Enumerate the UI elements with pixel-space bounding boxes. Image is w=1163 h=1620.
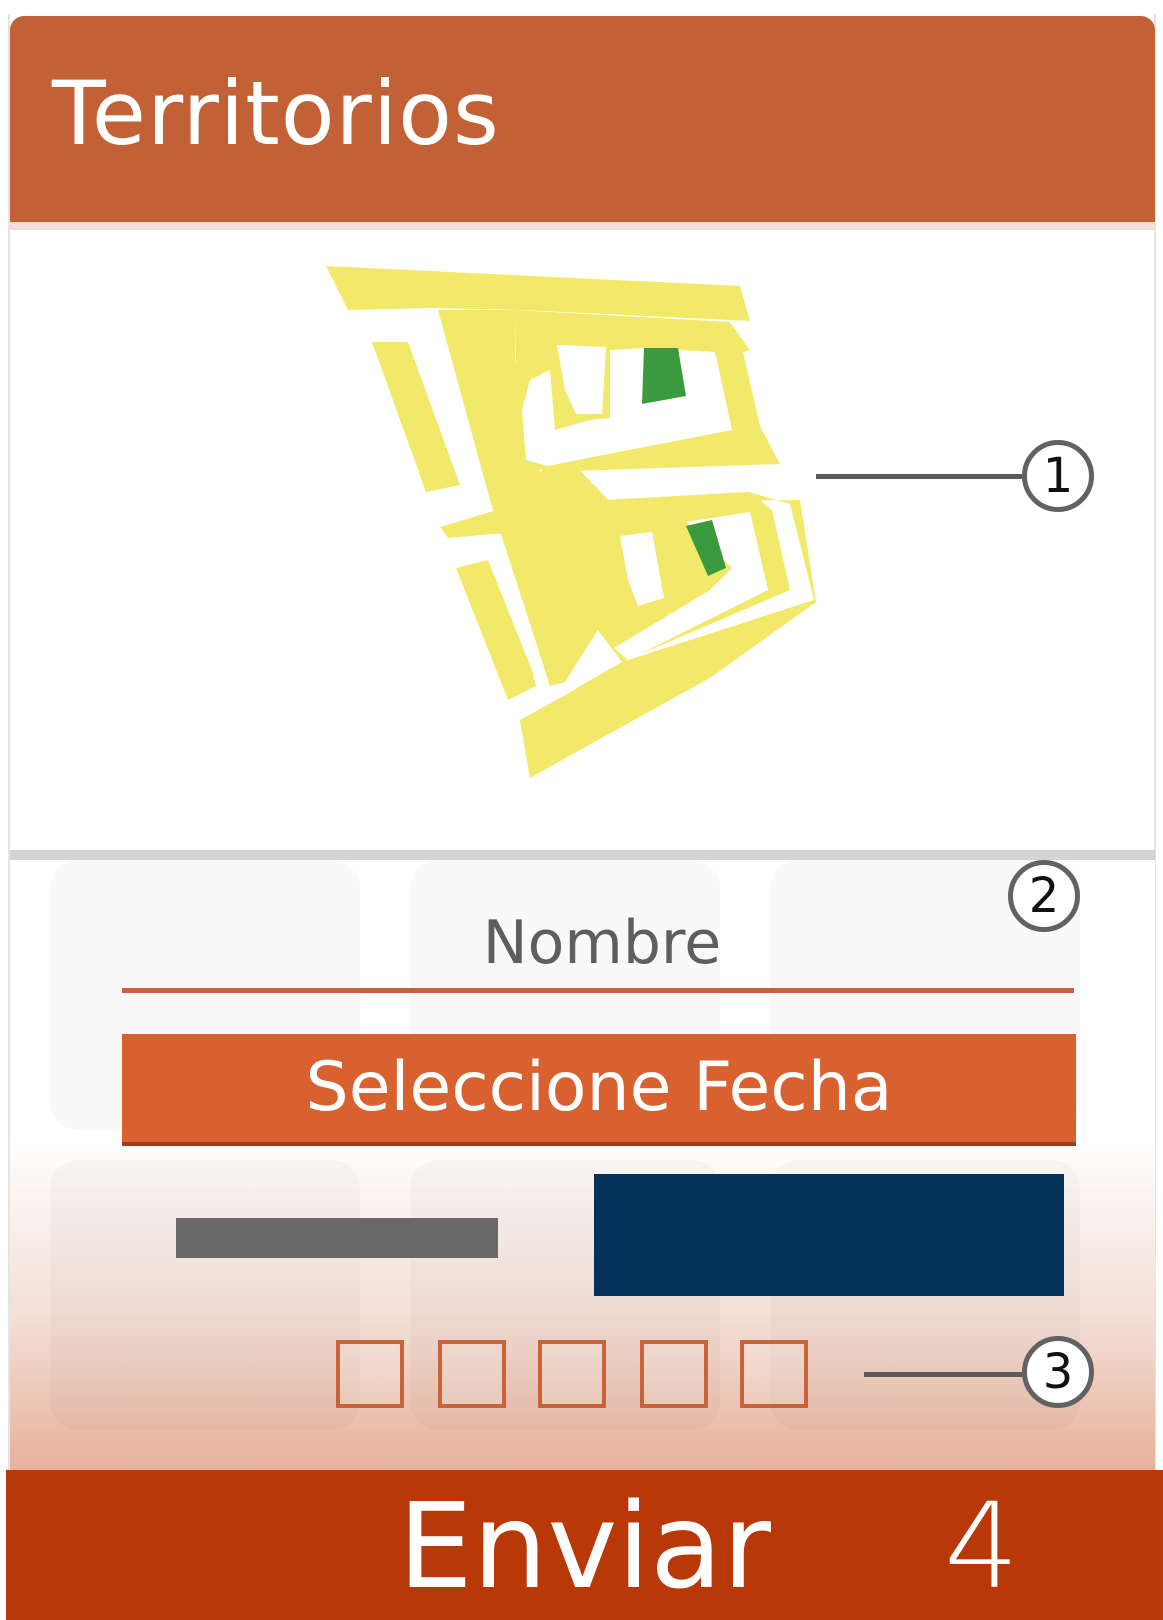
callout-3-badge: 3: [1022, 1336, 1094, 1408]
header-divider: [10, 222, 1155, 230]
form-panel: Nombre 2 Seleccione Fecha 3: [10, 860, 1155, 1470]
pin-box-5[interactable]: [740, 1340, 808, 1408]
callout-2-badge: 2: [1008, 860, 1080, 932]
navy-block[interactable]: [594, 1174, 1064, 1296]
name-field-label[interactable]: Nombre: [132, 908, 1072, 978]
send-count: 4: [944, 1477, 1020, 1615]
send-button[interactable]: Enviar 4: [6, 1470, 1163, 1620]
section-divider: [10, 850, 1155, 860]
select-date-button-border: [122, 1142, 1076, 1146]
select-date-button[interactable]: Seleccione Fecha: [122, 1034, 1076, 1142]
gray-bar: [176, 1218, 498, 1258]
pin-box-2[interactable]: [438, 1340, 506, 1408]
callout-1-badge: 1: [1022, 440, 1094, 512]
pin-box-4[interactable]: [640, 1340, 708, 1408]
territory-map[interactable]: 1: [10, 230, 1155, 850]
callout-1-line: [816, 474, 1022, 479]
page-title: Territorios: [52, 62, 500, 165]
pin-box-3[interactable]: [538, 1340, 606, 1408]
ghost-cell: [50, 1160, 360, 1430]
name-field-underline: [122, 988, 1074, 993]
territory-map-graphic: [326, 266, 816, 778]
callout-3-line: [864, 1372, 1024, 1377]
pin-box-1[interactable]: [336, 1340, 404, 1408]
